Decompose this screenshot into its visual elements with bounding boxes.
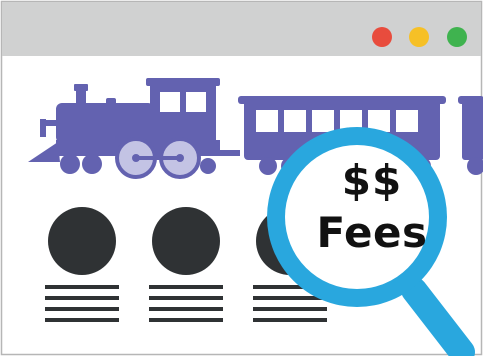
- avatar-placeholder: [152, 207, 220, 275]
- text-line-placeholder: [149, 307, 223, 311]
- text-line-placeholder: [149, 285, 223, 289]
- text-line-placeholder: [45, 296, 119, 300]
- avatar-placeholder: [48, 207, 116, 275]
- text-line-placeholder: [45, 307, 119, 311]
- text-line-placeholder: [149, 318, 223, 322]
- minimize-window-icon[interactable]: [409, 27, 429, 47]
- text-line-placeholder: [253, 307, 327, 311]
- maximize-window-icon[interactable]: [447, 27, 467, 47]
- fees-label: Fees: [316, 208, 428, 257]
- text-line-placeholder: [149, 296, 223, 300]
- window-titlebar: [2, 2, 481, 56]
- close-window-icon[interactable]: [372, 27, 392, 47]
- text-line-placeholder: [253, 318, 327, 322]
- text-line-placeholder: [45, 285, 119, 289]
- magnifier-label: $$ Fees: [292, 160, 452, 254]
- fees-symbol: $$: [341, 156, 403, 205]
- text-line-placeholder: [45, 318, 119, 322]
